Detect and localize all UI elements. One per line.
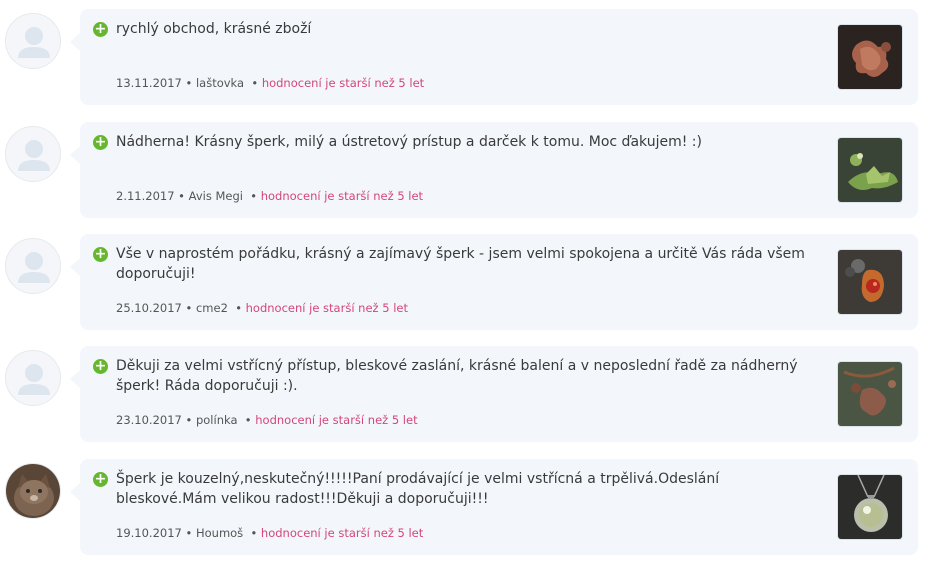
review-author[interactable]: Avis Megi: [189, 189, 243, 203]
product-thumbnail[interactable]: [837, 474, 903, 540]
review-author[interactable]: cme2: [196, 301, 228, 315]
review-text: Vše v naprostém pořádku, krásný a zajíma…: [116, 246, 805, 282]
review-meta: 13.11.2017 • laštovka • hodnocení je sta…: [116, 76, 425, 90]
review-item: + Nádherna! Krásny šperk, milý a ústreto…: [0, 122, 930, 222]
review-item: + Vše v naprostém pořádku, krásný a zají…: [0, 234, 930, 334]
review-author[interactable]: laštovka: [196, 76, 244, 90]
cat-photo-icon: [6, 464, 60, 518]
review-author[interactable]: polínka: [196, 413, 238, 427]
user-icon: [18, 140, 50, 171]
review-date: 19.10.2017: [116, 526, 182, 540]
user-icon: [18, 252, 50, 283]
review-bubble: + Děkuji za velmi vstřícný přístup, bles…: [70, 346, 918, 442]
review-text: Šperk je kouzelný,neskutečný!!!!!Paní pr…: [116, 471, 720, 507]
review-date: 25.10.2017: [116, 301, 182, 315]
default-avatar[interactable]: [5, 13, 61, 69]
review-bubble: + Šperk je kouzelný,neskutečný!!!!!Paní …: [70, 459, 918, 555]
old-review-label: hodnocení je starší než 5 let: [245, 301, 408, 315]
review-text: Děkuji za velmi vstřícný přístup, blesko…: [116, 358, 798, 394]
user-icon: [18, 27, 50, 58]
positive-plus-icon: +: [93, 21, 108, 37]
positive-plus-icon: +: [93, 134, 108, 150]
old-review-label: hodnocení je starší než 5 let: [255, 413, 418, 427]
user-avatar-photo[interactable]: [5, 463, 61, 519]
review-author[interactable]: Houmoš: [196, 526, 243, 540]
default-avatar[interactable]: [5, 238, 61, 294]
old-review-label: hodnocení je starší než 5 let: [261, 76, 425, 90]
review-date: 23.10.2017: [116, 413, 182, 427]
positive-plus-icon: +: [93, 246, 108, 262]
default-avatar[interactable]: [5, 350, 61, 406]
positive-plus-icon: +: [93, 358, 108, 374]
old-review-label: hodnocení je starší než 5 let: [260, 526, 424, 540]
product-thumbnail[interactable]: [837, 361, 903, 427]
review-bubble: + rychlý obchod, krásné zboží 13.11.2017…: [70, 9, 918, 105]
old-review-label: hodnocení je starší než 5 let: [260, 189, 424, 203]
review-meta: 2.11.2017 • Avis Megi • hodnocení je sta…: [116, 189, 424, 203]
positive-plus-icon: +: [93, 471, 108, 487]
product-thumbnail[interactable]: [837, 249, 903, 315]
product-thumbnail[interactable]: [837, 24, 903, 90]
review-text: Nádherna! Krásny šperk, milý a ústretový…: [116, 134, 702, 150]
default-avatar[interactable]: [5, 126, 61, 182]
review-date: 13.11.2017: [116, 76, 182, 90]
review-item: + Šperk je kouzelný,neskutečný!!!!!Paní …: [0, 459, 930, 559]
review-item: + rychlý obchod, krásné zboží 13.11.2017…: [0, 9, 930, 109]
review-meta: 19.10.2017 • Houmoš • hodnocení je starš…: [116, 526, 424, 540]
review-text: rychlý obchod, krásné zboží: [116, 21, 312, 37]
review-bubble: + Vše v naprostém pořádku, krásný a zají…: [70, 234, 918, 330]
user-icon: [18, 364, 50, 395]
review-date: 2.11.2017: [116, 189, 175, 203]
review-bubble: + Nádherna! Krásny šperk, milý a ústreto…: [70, 122, 918, 218]
review-meta: 25.10.2017 • cme2 • hodnocení je starší …: [116, 301, 408, 315]
review-meta: 23.10.2017 • polínka • hodnocení je star…: [116, 413, 418, 427]
review-item: + Děkuji za velmi vstřícný přístup, bles…: [0, 346, 930, 446]
product-thumbnail[interactable]: [837, 137, 903, 203]
